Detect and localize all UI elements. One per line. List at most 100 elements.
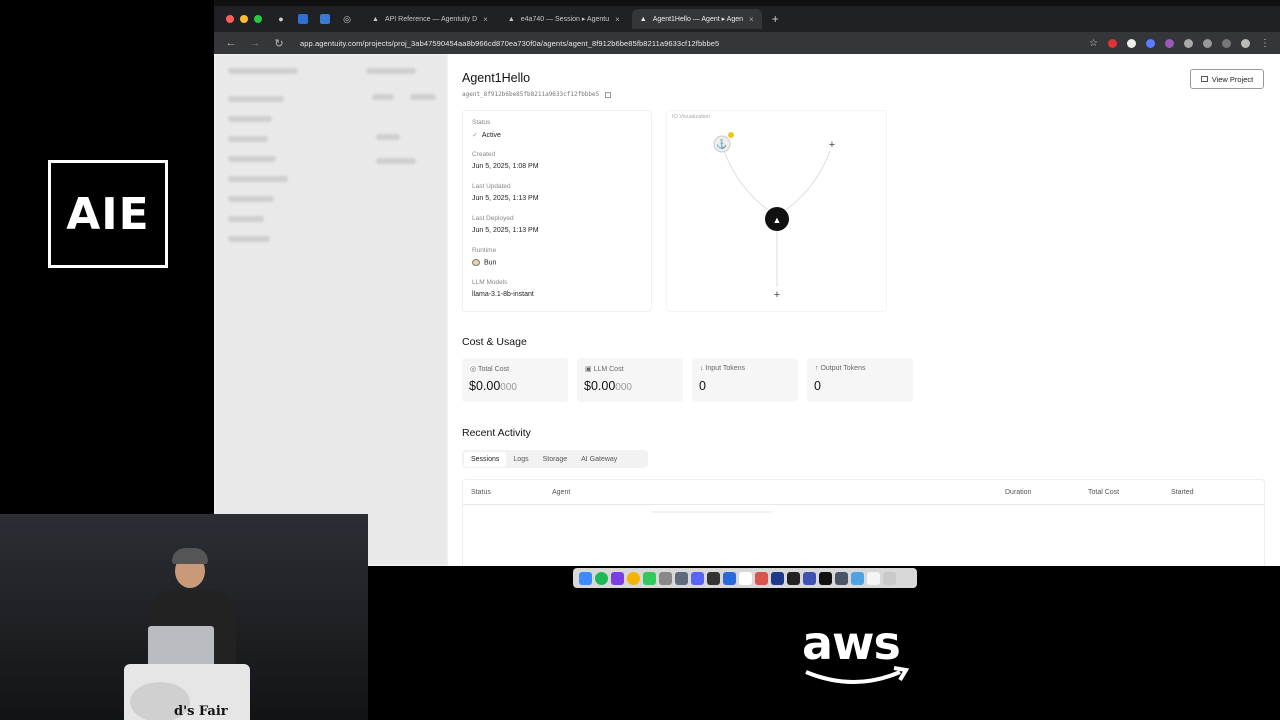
agentuity-favicon-icon: ▲: [507, 15, 515, 23]
menu-dots-icon[interactable]: ⋮: [1260, 38, 1270, 49]
copy-icon[interactable]: [605, 91, 612, 98]
llm-value: llama-3.1-8b-instant: [472, 291, 534, 298]
url-input[interactable]: app.agentuity.com/projects/proj_3ab47590…: [300, 39, 719, 48]
add-output-icon: +: [774, 289, 780, 301]
agent-detail-content: Agent1Hello agent_8f912b6be85fb8211a9633…: [448, 54, 1280, 566]
podium-sign: d's Fair: [174, 704, 228, 719]
close-tab-icon[interactable]: ×: [483, 15, 488, 24]
created-value: Jun 5, 2025, 1:08 PM: [472, 163, 539, 170]
llm-cost-card: ▣ LLM Cost $0.00000: [577, 358, 683, 402]
extension-triangle-icon[interactable]: [1127, 38, 1136, 48]
profile-avatar[interactable]: [1241, 38, 1250, 48]
close-window-button[interactable]: [226, 15, 234, 23]
extension-icon[interactable]: [298, 14, 308, 24]
app-dark-icon[interactable]: [707, 571, 720, 585]
bun-icon: [472, 259, 480, 266]
app-blue-icon[interactable]: [723, 571, 736, 585]
close-tab-icon[interactable]: ×: [749, 15, 754, 24]
finder-icon[interactable]: [579, 571, 592, 585]
chip-icon: ▣: [585, 366, 594, 373]
column-agent[interactable]: Agent: [552, 489, 570, 496]
column-status[interactable]: Status: [471, 489, 491, 496]
close-tab-icon[interactable]: ×: [615, 15, 620, 24]
sidepanel-icon[interactable]: [1222, 38, 1231, 48]
edge-add-to-agent: [776, 144, 833, 217]
runtime-text: Bun: [484, 259, 497, 267]
updated-label: Last Updated: [472, 183, 511, 190]
browser-tab-session[interactable]: ▲ e4a740 — Session ▸ Agentu ×: [500, 9, 628, 29]
app-sidebar: [214, 54, 448, 566]
extensions-tray: ☆ ⋮: [1089, 38, 1270, 49]
app-navy-icon[interactable]: [771, 571, 784, 585]
messages-icon[interactable]: [643, 571, 656, 585]
extension-purple-icon[interactable]: [1165, 38, 1174, 48]
app-gray-icon[interactable]: [659, 571, 672, 585]
total-cost-label: ◎ Total Cost: [470, 365, 509, 373]
tab-ai-gateway[interactable]: AI Gateway: [574, 452, 624, 467]
status-dot: [728, 132, 734, 138]
aws-logo: aws: [802, 620, 912, 694]
back-arrow-icon[interactable]: ←: [224, 37, 238, 49]
extensions-puzzle-icon[interactable]: [1203, 38, 1212, 48]
pencil-icon[interactable]: [320, 14, 330, 24]
github-icon[interactable]: ●: [276, 14, 286, 24]
column-total-cost[interactable]: Total Cost: [1088, 489, 1119, 496]
column-duration[interactable]: Duration: [1005, 489, 1031, 496]
app-indigo-icon[interactable]: [803, 571, 816, 585]
llm-cost-value: $0.00000: [584, 379, 632, 393]
total-cost-label-text: Total Cost: [477, 366, 510, 373]
agent-id-text: agent_8f912b6be85fb8211a9633cf12fbbbe5: [462, 91, 600, 98]
app-red-icon[interactable]: [755, 571, 768, 585]
output-tokens-value: 0: [814, 379, 821, 393]
aws-smile-icon: [805, 666, 910, 684]
trash-icon[interactable]: [883, 571, 896, 585]
tab-logs[interactable]: Logs: [506, 452, 535, 467]
tab-sessions[interactable]: Sessions: [464, 451, 507, 467]
column-started[interactable]: Started: [1171, 489, 1194, 496]
empty-watermark: [634, 511, 772, 541]
browser-tab-api-reference[interactable]: ▲ API Reference — Agentuity D ×: [364, 9, 496, 29]
webhook-icon: ⚓: [716, 138, 727, 149]
tab-storage[interactable]: Storage: [536, 452, 575, 467]
bookmark-star-icon[interactable]: ☆: [1089, 38, 1098, 49]
extension-gray-icon[interactable]: [1184, 38, 1193, 48]
app-black-icon[interactable]: [787, 571, 800, 585]
sessions-table-body: [462, 505, 1265, 566]
view-project-label: View Project: [1211, 74, 1254, 84]
agentuity-favicon-icon: ▲: [639, 15, 647, 23]
app-sky-icon[interactable]: [851, 571, 864, 585]
browser-window: ● ◎ ▲ API Reference — Agentuity D × ▲ e4…: [214, 0, 1280, 566]
app-purple-icon[interactable]: [611, 571, 624, 585]
add-input-icon: +: [829, 139, 835, 151]
extension-red-icon[interactable]: [1108, 38, 1117, 48]
speaker-camera: d's Fair: [0, 514, 368, 720]
llm-cost-value-text: $0.00: [584, 379, 616, 393]
new-tab-icon[interactable]: +: [772, 12, 779, 26]
app-slate-icon[interactable]: [675, 571, 688, 585]
agentuity-favicon-icon: ▲: [372, 15, 379, 23]
io-visualization-card: IO Visualization ⚓ + ▲ +: [666, 110, 887, 312]
chrome-icon[interactable]: [627, 571, 640, 585]
terminal-icon[interactable]: [819, 571, 832, 585]
spotify-icon[interactable]: [595, 571, 608, 585]
discord-icon[interactable]: [691, 571, 704, 585]
runtime-label: Runtime: [472, 247, 497, 254]
extension-blue-icon[interactable]: [1146, 38, 1155, 48]
cost-usage-title: Cost & Usage: [462, 336, 527, 348]
minimize-window-button[interactable]: [240, 15, 248, 23]
window-controls: [226, 15, 262, 23]
reload-icon[interactable]: ↻: [272, 37, 286, 50]
input-tokens-card: ↓ Input Tokens 0: [692, 358, 798, 402]
document-icon[interactable]: [867, 571, 880, 585]
forward-arrow-icon[interactable]: →: [248, 37, 262, 49]
calendar-icon[interactable]: [739, 571, 752, 585]
view-project-button[interactable]: View Project: [1190, 69, 1264, 89]
address-bar: ← → ↻ app.agentuity.com/projects/proj_3a…: [214, 32, 1280, 54]
app-steel-icon[interactable]: [835, 571, 848, 585]
maximize-window-button[interactable]: [254, 15, 262, 23]
browser-tab-agent[interactable]: ▲ Agent1Hello — Agent ▸ Agen ×: [631, 9, 762, 29]
input-tokens-label-text: Input Tokens: [705, 365, 746, 372]
openai-icon[interactable]: ◎: [342, 14, 352, 24]
input-tokens-value: 0: [699, 379, 706, 393]
output-tokens-label: ↑ Output Tokens: [815, 365, 865, 372]
